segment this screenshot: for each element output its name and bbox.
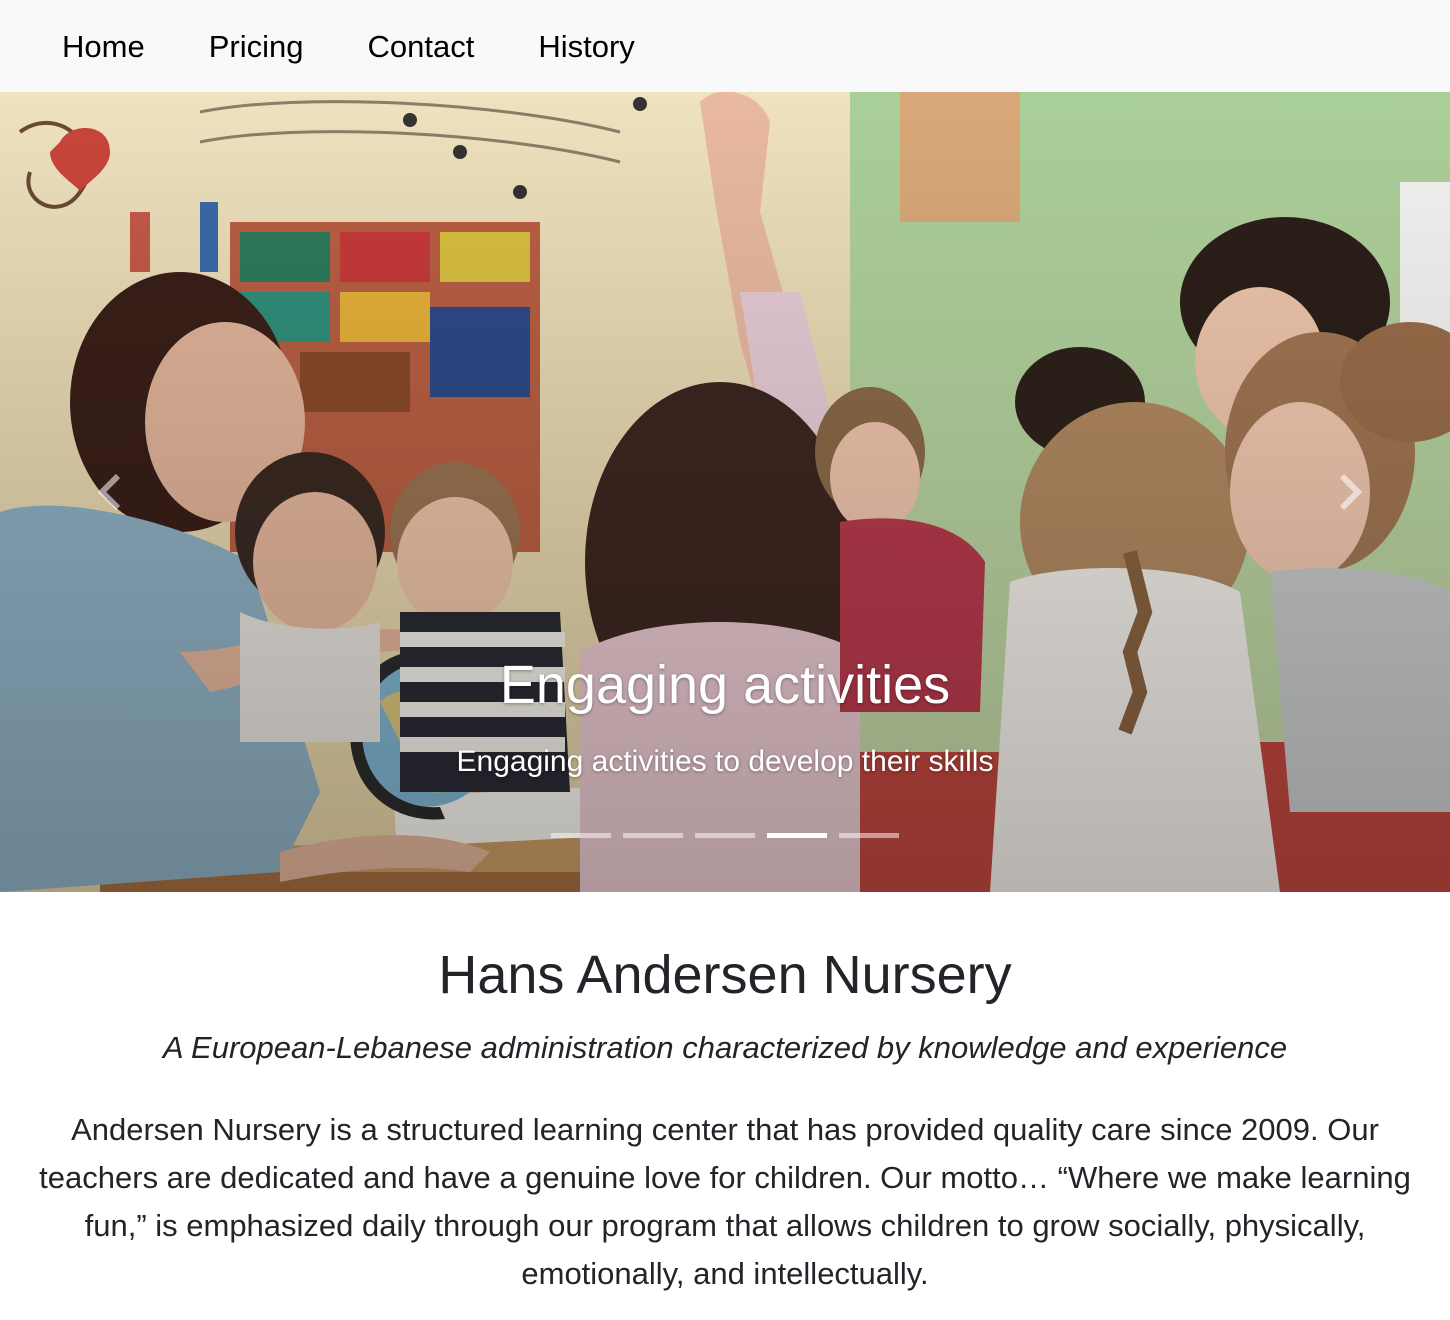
page-title: Hans Andersen Nursery bbox=[438, 945, 1012, 1005]
carousel-next-button[interactable] bbox=[1310, 452, 1390, 532]
nav-link-home[interactable]: Home bbox=[62, 31, 145, 62]
top-navbar: Home Pricing Contact History bbox=[0, 0, 1450, 92]
nav-link-history[interactable]: History bbox=[538, 31, 634, 62]
about-description: Andersen Nursery is a structured learnin… bbox=[39, 1112, 1411, 1291]
nav-link-pricing[interactable]: Pricing bbox=[209, 31, 304, 62]
carousel-caption-title: Engaging activities bbox=[499, 655, 951, 715]
carousel-indicator[interactable] bbox=[695, 833, 755, 838]
carousel-indicator[interactable] bbox=[551, 833, 611, 838]
carousel-prev-button[interactable] bbox=[70, 452, 150, 532]
carousel-indicator[interactable] bbox=[623, 833, 683, 838]
carousel-indicators bbox=[0, 833, 1450, 838]
nav-link-contact[interactable]: Contact bbox=[367, 31, 474, 62]
chevron-left-icon bbox=[97, 473, 121, 511]
chevron-right-icon bbox=[1339, 473, 1363, 511]
tagline: A European-Lebanese administration chara… bbox=[162, 1030, 1288, 1065]
hero-carousel: Engaging activities Engaging activities … bbox=[0, 92, 1450, 892]
main-content: Hans Andersen Nursery A European-Lebanes… bbox=[0, 942, 1450, 1298]
carousel-indicator[interactable] bbox=[767, 833, 827, 838]
carousel-caption: Engaging activities Engaging activities … bbox=[0, 652, 1450, 782]
carousel-caption-text: Engaging activities to develop their ski… bbox=[456, 745, 994, 778]
carousel-indicator[interactable] bbox=[839, 833, 899, 838]
